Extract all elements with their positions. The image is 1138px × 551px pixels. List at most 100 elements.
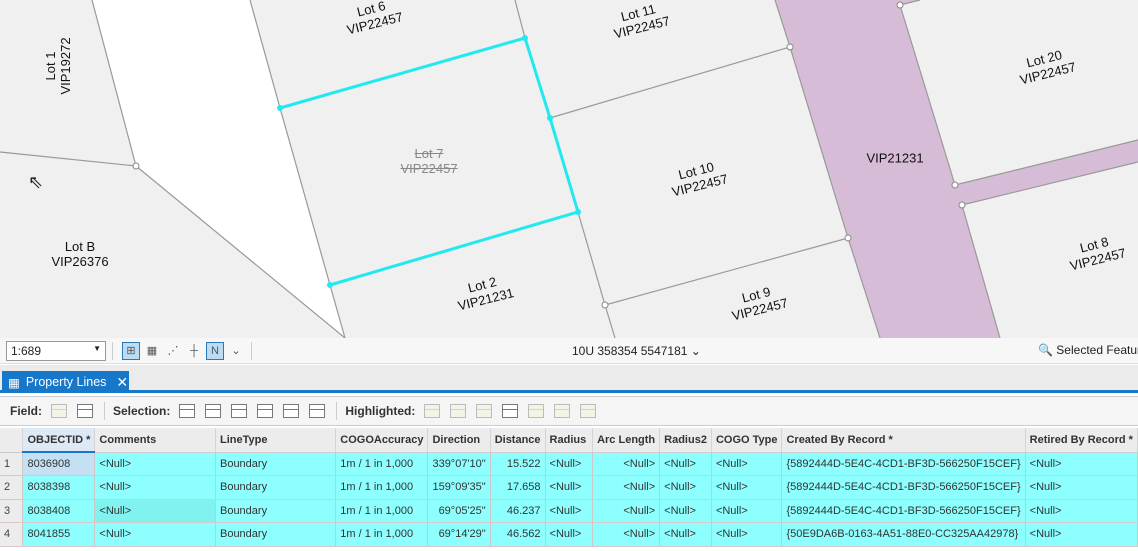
select-all-corner[interactable] — [0, 428, 24, 453]
column-header[interactable]: OBJECTID * — [22, 428, 96, 453]
table-cell[interactable]: {5892444D-5E4C-4CD1-BF3D-566250F15CEF} — [781, 475, 1026, 500]
table-cell[interactable]: <Null> — [545, 452, 594, 476]
table-row[interactable]: 4 8041855 <Null> Boundary 1m / 1 in 1,000 69°… — [0, 522, 1138, 547]
zoom-to-highlighted-icon[interactable] — [476, 404, 493, 418]
parcel-label: Lot 1 VIP19272 — [43, 37, 73, 95]
column-header[interactable]: Created By Record * — [781, 428, 1026, 453]
table-cell[interactable]: <Null> — [711, 499, 783, 523]
highlight-all-icon[interactable] — [528, 404, 545, 418]
snapping-icon[interactable]: ⊞ — [122, 341, 140, 360]
table-cell[interactable]: {5892444D-5E4C-4CD1-BF3D-566250F15CEF} — [781, 499, 1026, 523]
table-cell[interactable]: Boundary — [215, 499, 337, 523]
table-row[interactable]: 2 8038398 <Null> Boundary 1m / 1 in 1,000 159… — [0, 475, 1138, 500]
table-cell[interactable]: <Null> — [94, 522, 216, 547]
switch-selection-icon[interactable] — [231, 404, 248, 418]
column-header[interactable]: Distance — [490, 428, 546, 453]
table-cell[interactable]: 339°07'10" — [427, 452, 491, 476]
column-header[interactable]: COGO Type — [711, 428, 783, 453]
table-cell[interactable]: <Null> — [94, 475, 216, 500]
table-cell[interactable]: <Null> — [659, 452, 712, 476]
table-cell[interactable]: {50E9DA6B-0163-4A51-88E0-CC325AA42978} — [781, 522, 1026, 547]
table-row[interactable]: 3 8038408 <Null> Boundary 1m / 1 in 1,000 69°… — [0, 499, 1138, 523]
highlight-icon[interactable] — [424, 404, 441, 418]
column-header[interactable]: Radius — [545, 428, 594, 453]
zoom-selected-icon: 🔍 — [1038, 343, 1053, 357]
table-cell[interactable]: 46.562 — [490, 522, 546, 547]
table-cell[interactable]: 8038398 — [22, 475, 96, 500]
table-cell[interactable]: 69°05'25" — [427, 499, 491, 523]
table-cell[interactable]: <Null> — [94, 499, 216, 523]
table-cell[interactable]: Boundary — [215, 452, 337, 476]
add-field-icon[interactable] — [51, 404, 67, 418]
table-cell[interactable]: {5892444D-5E4C-4CD1-BF3D-566250F15CEF} — [781, 452, 1026, 476]
table-cell[interactable]: 17.658 — [490, 475, 546, 500]
parcel-label: Lot B VIP26376 — [51, 239, 109, 269]
table-cell[interactable]: 8041855 — [22, 522, 96, 547]
selected-features-button[interactable]: 🔍 Selected Featur — [1038, 343, 1138, 357]
column-header[interactable]: Comments — [94, 428, 216, 453]
table-cell[interactable]: <Null> — [1025, 475, 1138, 500]
table-cell[interactable]: 8036908 — [22, 452, 96, 476]
select-by-attributes-icon[interactable] — [179, 404, 196, 418]
table-cell[interactable]: <Null> — [711, 475, 783, 500]
table-cell[interactable]: <Null> — [592, 499, 661, 523]
guides-icon[interactable]: ┼ — [185, 342, 203, 360]
table-cell[interactable]: 46.237 — [490, 499, 546, 523]
tab-property-lines[interactable]: ▦ Property Lines ✕ — [2, 371, 129, 393]
column-header[interactable]: Radius2 — [659, 428, 712, 453]
table-cell[interactable]: 1m / 1 in 1,000 — [335, 499, 429, 523]
table-row[interactable]: 1 8036908 <Null> Boundary 1m / 1 in 1,000 339… — [0, 452, 1138, 476]
table-cell[interactable]: <Null> — [1025, 522, 1138, 547]
map-view[interactable]: Lot 6 VIP22457 Lot 11 VIP22457 Lot 1 VIP192… — [0, 0, 1138, 338]
table-cell[interactable]: 1m / 1 in 1,000 — [335, 522, 429, 547]
table-cell[interactable]: 8038408 — [22, 499, 96, 523]
table-cell[interactable]: Boundary — [215, 522, 337, 547]
scale-select[interactable]: 1:689 ▼ — [6, 340, 106, 361]
table-cell[interactable]: <Null> — [1025, 499, 1138, 523]
table-cell[interactable]: <Null> — [545, 475, 594, 500]
chevron-down-icon[interactable]: ⌄ — [227, 342, 245, 360]
clear-highlighted-icon[interactable] — [554, 404, 571, 418]
calculate-field-icon[interactable] — [77, 404, 93, 418]
column-header[interactable]: LineType — [215, 428, 337, 453]
column-header[interactable]: COGOAccuracy — [335, 428, 429, 453]
unhighlight-icon[interactable] — [450, 404, 467, 418]
constraints-icon[interactable]: ⋰ — [164, 342, 182, 360]
table-cell[interactable]: <Null> — [659, 499, 712, 523]
table-cell[interactable]: 159°09'35" — [427, 475, 491, 500]
column-header[interactable]: Arc Length — [592, 428, 661, 453]
row-number[interactable]: 4 — [0, 522, 24, 547]
table-cell[interactable]: <Null> — [592, 475, 661, 500]
clear-selection-icon[interactable] — [283, 404, 300, 418]
table-cell[interactable]: <Null> — [711, 452, 783, 476]
select-all-icon[interactable] — [257, 404, 274, 418]
table-cell[interactable]: 1m / 1 in 1,000 — [335, 475, 429, 500]
table-cell[interactable]: <Null> — [659, 522, 712, 547]
table-cell[interactable]: <Null> — [592, 452, 661, 476]
table-cell[interactable]: <Null> — [1025, 452, 1138, 476]
north-arrow-icon[interactable]: N — [206, 341, 224, 360]
table-cell[interactable]: 1m / 1 in 1,000 — [335, 452, 429, 476]
column-header[interactable]: Direction — [427, 428, 491, 453]
table-cell[interactable]: Boundary — [215, 475, 337, 500]
table-cell[interactable]: <Null> — [545, 522, 594, 547]
zoom-to-selection-icon[interactable] — [205, 404, 222, 418]
row-number[interactable]: 3 — [0, 499, 24, 523]
row-number[interactable]: 1 — [0, 452, 24, 476]
table-cell[interactable]: <Null> — [545, 499, 594, 523]
table-cell[interactable]: 15.522 — [490, 452, 546, 476]
table-cell[interactable]: <Null> — [592, 522, 661, 547]
copy-highlighted-icon[interactable] — [580, 404, 597, 418]
column-header[interactable]: Retired By Record * — [1025, 428, 1138, 453]
chevron-down-icon: ⌄ — [690, 344, 701, 358]
table-cell[interactable]: <Null> — [94, 452, 216, 476]
switch-highlighted-icon[interactable] — [502, 404, 519, 418]
table-cell[interactable]: 69°14'29" — [427, 522, 491, 547]
table-cell[interactable]: <Null> — [659, 475, 712, 500]
row-number[interactable]: 2 — [0, 475, 24, 500]
coordinate-readout[interactable]: 10U 358354 5547181 ⌄ — [572, 344, 701, 358]
copy-selection-icon[interactable] — [309, 404, 326, 418]
table-cell[interactable]: <Null> — [711, 522, 783, 547]
close-icon[interactable]: ✕ — [116, 374, 128, 391]
grid-icon[interactable]: ▦ — [143, 342, 161, 360]
